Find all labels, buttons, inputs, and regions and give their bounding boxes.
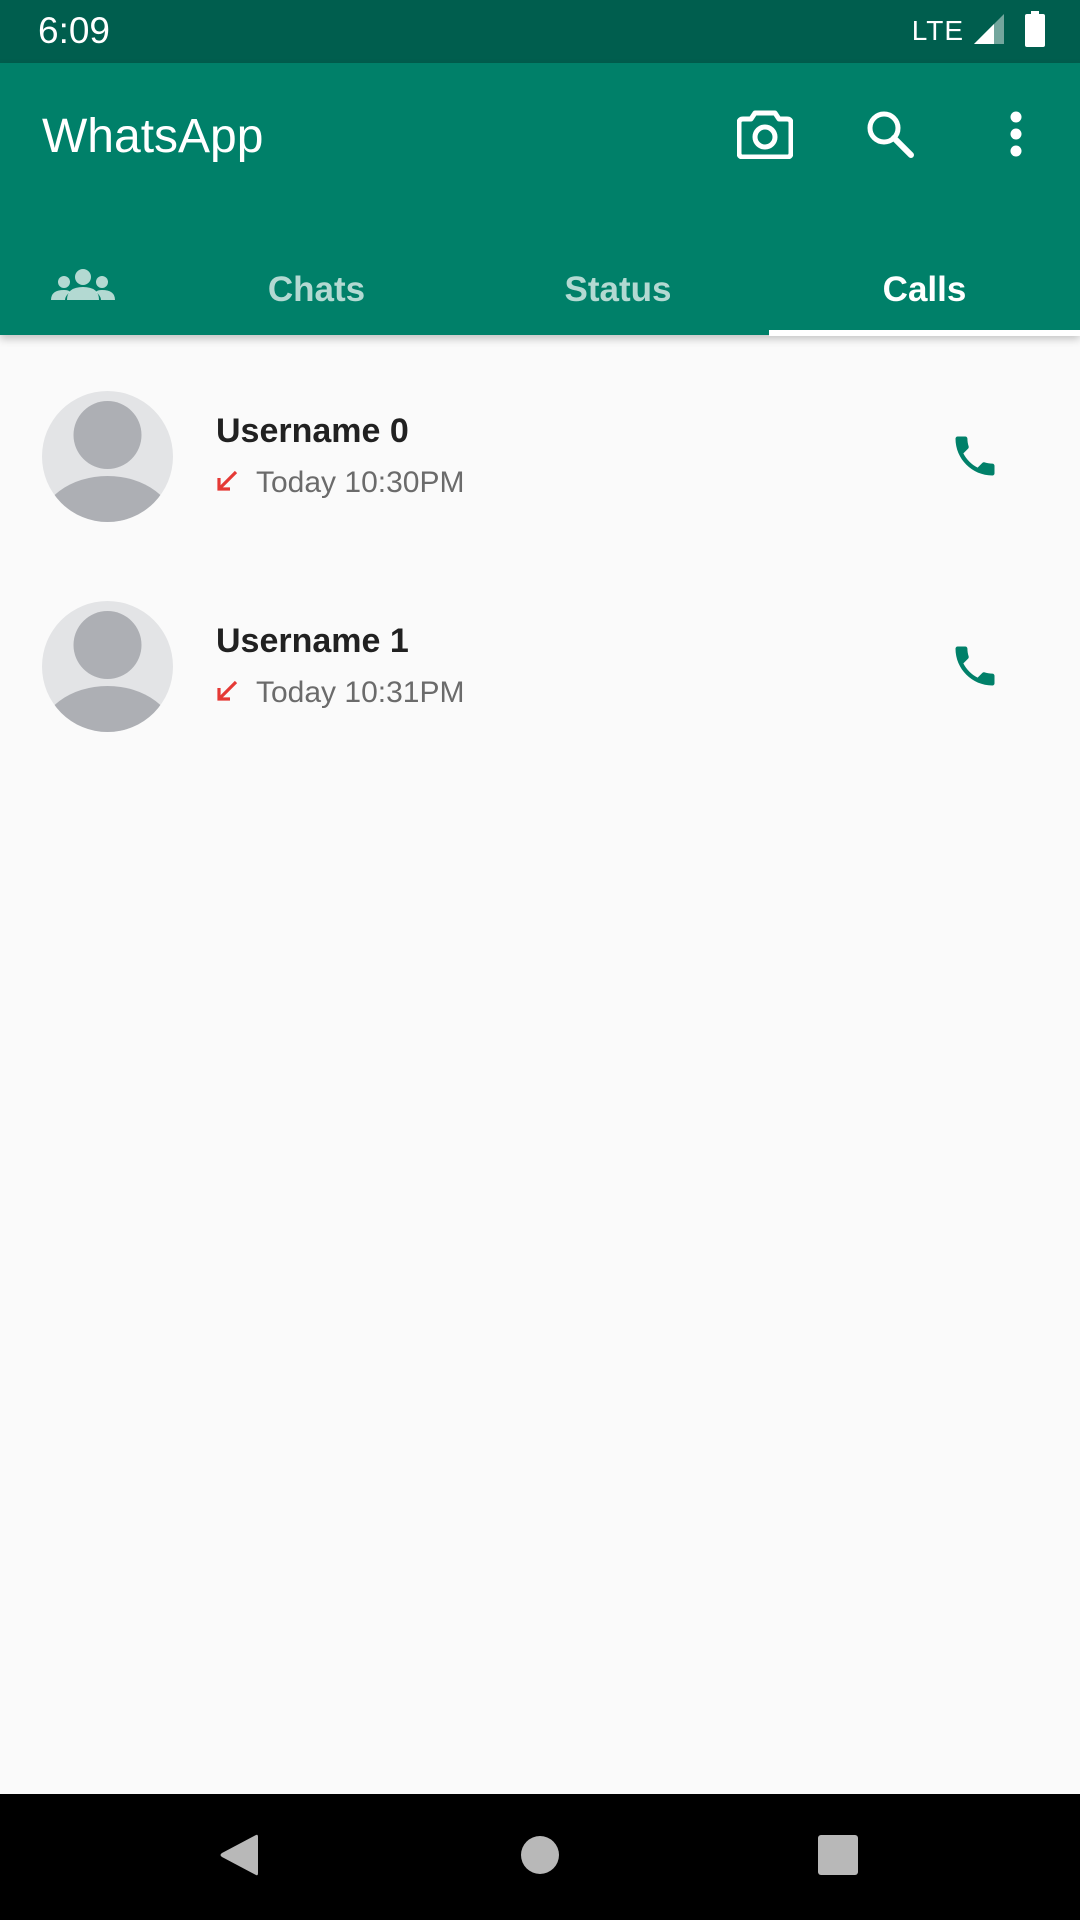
app-bar: WhatsApp Chats Status Calls xyxy=(0,63,1080,336)
call-log-item[interactable]: Username 0 Today 10:30PM xyxy=(0,391,1080,601)
communities-icon xyxy=(50,268,116,313)
tab-communities[interactable] xyxy=(0,245,166,335)
home-icon xyxy=(520,1835,560,1880)
camera-button[interactable] xyxy=(722,93,808,179)
status-icons: LTE xyxy=(911,10,1046,52)
status-time: 6:09 xyxy=(38,10,111,51)
voice-call-button[interactable] xyxy=(930,413,1020,503)
tab-chats[interactable]: Chats xyxy=(166,245,467,335)
more-options-button[interactable] xyxy=(973,93,1059,179)
tab-status[interactable]: Status xyxy=(467,245,769,335)
search-icon xyxy=(865,109,915,164)
call-log-item[interactable]: Username 1 Today 10:31PM xyxy=(0,601,1080,811)
default-avatar-icon xyxy=(42,401,173,522)
missed-incoming-arrow-icon xyxy=(216,470,238,497)
system-nav-bar xyxy=(0,1794,1080,1920)
call-time: Today 10:31PM xyxy=(256,676,465,709)
more-options-icon xyxy=(1009,111,1023,162)
back-button[interactable] xyxy=(203,1822,273,1892)
call-meta: Today 10:31PM xyxy=(216,673,464,713)
network-type: LTE xyxy=(911,15,964,46)
battery-icon xyxy=(1024,10,1046,52)
contact-name: Username 1 xyxy=(216,622,409,660)
search-button[interactable] xyxy=(847,93,933,179)
missed-incoming-arrow-icon xyxy=(216,680,238,707)
back-icon xyxy=(216,1831,260,1884)
contact-name: Username 0 xyxy=(216,412,409,450)
phone-icon xyxy=(949,640,1001,697)
home-button[interactable] xyxy=(505,1822,575,1892)
recents-icon xyxy=(818,1834,858,1880)
phone-icon xyxy=(949,430,1001,487)
tab-calls[interactable]: Calls xyxy=(769,245,1080,335)
camera-icon xyxy=(736,109,794,164)
app-title: WhatsApp xyxy=(42,110,264,163)
status-bar: 6:09 LTE xyxy=(0,0,1080,63)
voice-call-button[interactable] xyxy=(930,623,1020,713)
call-time: Today 10:30PM xyxy=(256,466,465,499)
recents-button[interactable] xyxy=(803,1822,873,1892)
call-meta: Today 10:30PM xyxy=(216,463,464,503)
avatar[interactable] xyxy=(42,391,173,522)
default-avatar-icon xyxy=(42,611,173,732)
signal-icon xyxy=(972,12,1006,51)
active-tab-indicator xyxy=(769,330,1080,336)
avatar[interactable] xyxy=(42,601,173,732)
